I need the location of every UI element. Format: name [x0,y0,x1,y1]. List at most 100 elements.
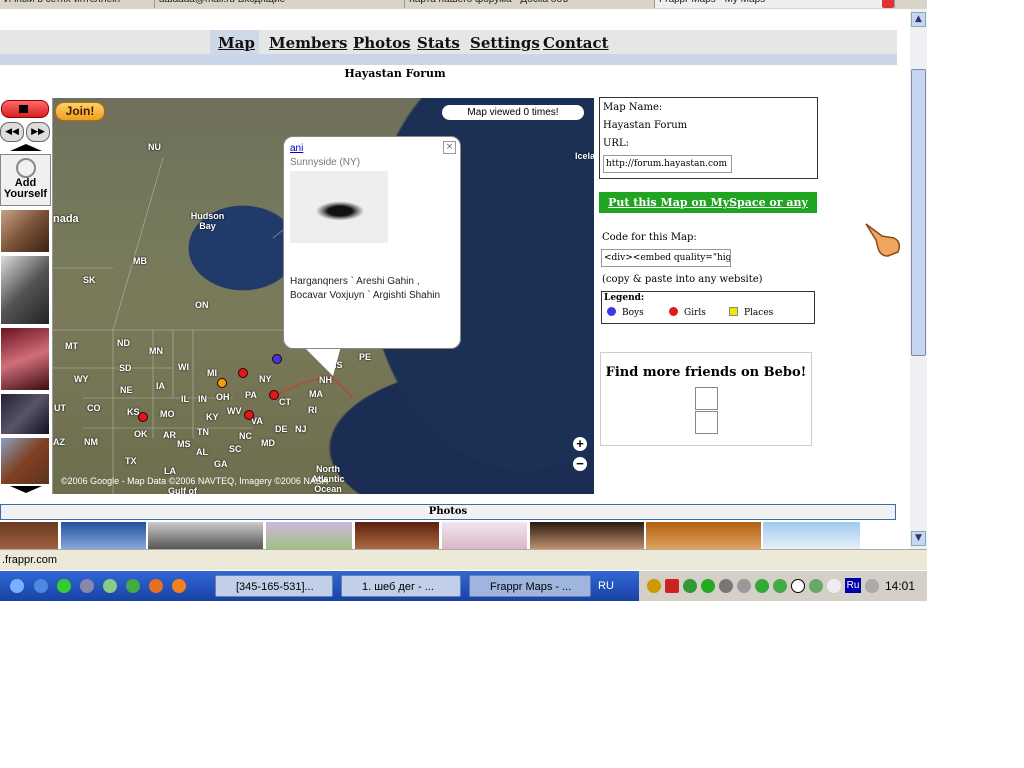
avatar[interactable] [1,256,49,324]
tray-icon[interactable] [683,579,697,593]
map-label: IN [198,394,207,404]
nav-contact[interactable]: Contact [543,34,609,52]
map-label: MD [261,438,275,448]
browser-tab[interactable]: Карта нашего форума - Доска объ [405,0,655,8]
bebo-ad[interactable]: Find more friends on Bebo! [600,352,812,446]
tray-icon[interactable] [827,579,841,593]
zoom-in-button[interactable]: + [573,437,587,451]
map-label: nada [53,213,79,225]
browser-tab[interactable]: Ичный в сетях-интеллект [0,0,155,8]
copy-paste-hint: (copy & paste into any website) [602,274,763,285]
member-strip: ◀◀ ▶▶ Add Yourself [0,98,53,494]
avatar[interactable] [1,438,49,484]
status-url: .frappr.com [2,554,58,566]
member-photo[interactable] [266,522,352,549]
map-pin-girl[interactable] [244,410,254,420]
map-label: SK [83,275,96,285]
map-label: NC [239,431,252,441]
join-button[interactable]: Join! [55,102,105,121]
tray-icon[interactable] [809,579,823,593]
torrent-icon[interactable] [126,579,140,593]
member-photo[interactable] [530,522,644,549]
forward-button[interactable]: ▶▶ [26,122,50,142]
scroll-thumb[interactable] [911,69,926,356]
tray-icon[interactable] [865,579,879,593]
nav-settings[interactable]: Settings [470,34,540,52]
rewind-button[interactable]: ◀◀ [0,122,24,142]
popup-photo[interactable] [290,171,388,243]
nav-members[interactable]: Members [269,34,347,52]
map-label: IL [181,394,189,404]
put-on-myspace-link[interactable]: Put this Map on MySpace or any website [599,192,817,230]
member-photo[interactable] [763,522,860,549]
scroll-down-icon[interactable] [10,486,42,493]
url-field[interactable]: http://forum.hayastan.com [603,155,732,173]
clock[interactable]: 14:01 [885,579,915,593]
map-label: PE [359,352,372,362]
tray-icon[interactable] [647,579,661,593]
map-label: MN [149,346,163,356]
embed-code-field[interactable]: <div><embed quality="high [601,249,731,267]
taskbar-task-active[interactable]: Frappr Maps - ... [469,575,591,597]
member-photo[interactable] [148,522,263,549]
tray-icon[interactable] [773,579,787,593]
nav-map[interactable]: Map [218,34,255,52]
tray-icon[interactable] [701,579,715,593]
icq-icon[interactable] [755,579,769,593]
map-pin-girl[interactable] [269,390,279,400]
member-photo[interactable] [61,522,146,549]
map-label: OK [134,429,148,439]
close-icon[interactable]: × [443,141,456,154]
bebo-title[interactable]: Find more friends on Bebo! [601,365,811,380]
browser-tab[interactable]: ашаааа@mail.ru Входящие [155,0,405,8]
scroll-down-button[interactable]: ▼ [911,531,926,546]
app-icon[interactable] [57,579,71,593]
map-pin-girl[interactable] [138,412,148,422]
map-label: GA [214,459,228,469]
map-pin-boy[interactable] [272,354,282,364]
nav-photos[interactable]: Photos [353,34,411,52]
app-icon[interactable] [149,579,163,593]
add-yourself-label: Add Yourself [3,177,48,200]
app-icon[interactable] [103,579,117,593]
ati-icon[interactable] [665,579,679,593]
member-photo[interactable] [0,522,58,549]
firefox-icon[interactable] [172,579,186,593]
popup-member-name[interactable]: ani [290,143,303,154]
member-photo[interactable] [442,522,527,549]
scroll-up-icon[interactable] [10,144,42,151]
map-label: SD [119,363,132,373]
map-name-value: Hayastan Forum [603,120,688,131]
map-info-box: Map Name: Hayastan Forum URL: http://for… [599,97,818,179]
scroll-up-button[interactable]: ▲ [911,12,926,27]
zoom-out-button[interactable]: − [573,457,587,471]
nav-stats[interactable]: Stats [417,34,460,52]
desktop-icon[interactable] [10,579,24,593]
close-tab-icon[interactable] [882,0,894,8]
map-copyright: ©2006 Google - Map Data ©2006 NAVTEQ, Im… [61,476,328,486]
map-pin-girl[interactable] [238,368,248,378]
taskbar-task[interactable]: [345-165-531]... [215,575,333,597]
map-pin-place[interactable] [217,378,227,388]
stop-button[interactable] [1,100,49,118]
ie-icon[interactable] [34,579,48,593]
avatar[interactable] [1,394,49,434]
member-photo[interactable] [355,522,439,549]
keyboard-layout-indicator[interactable]: Ru [845,578,861,593]
vertical-scrollbar[interactable]: ▲ ▼ [910,9,927,549]
map-view[interactable]: NU Hudson Bay MB SK ON QC nada Icela MT … [53,98,594,494]
app-icon[interactable] [80,579,94,593]
language-indicator[interactable]: RU [598,575,622,597]
member-photo[interactable] [646,522,761,549]
add-yourself-button[interactable]: Add Yourself [0,154,51,206]
legend-girls-label: Girls [684,308,706,318]
avatar[interactable] [1,210,49,252]
taskbar-task[interactable]: 1. шеб дег - ... [341,575,461,597]
browser-tab-active[interactable]: Frappr Maps - My Maps [655,0,895,8]
map-label: TX [125,456,137,466]
tray-icon[interactable] [791,579,805,593]
tray-icon[interactable] [719,579,733,593]
avatar[interactable] [1,328,49,390]
map-label: SC [229,444,242,454]
tray-icon[interactable] [737,579,751,593]
